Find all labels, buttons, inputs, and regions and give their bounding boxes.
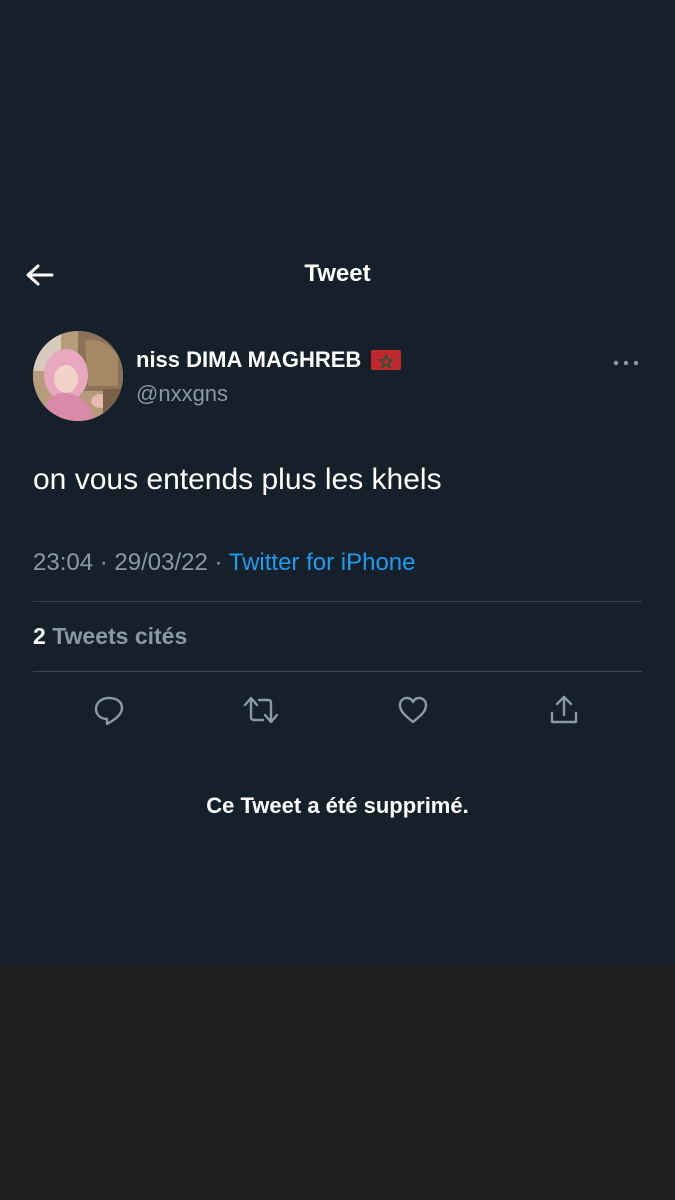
tweet-screen: Tweet niss DIMA MAGHREB @nxxgns on vous … <box>0 0 675 965</box>
user-handle[interactable]: @nxxgns <box>136 381 228 407</box>
tweet-meta: 23:04 · 29/03/22 · Twitter for iPhone <box>33 549 415 577</box>
display-name-row: niss DIMA MAGHREB <box>136 347 402 373</box>
tweet-actions-bar <box>0 688 675 732</box>
divider <box>33 601 642 602</box>
deleted-quoted-tweet-notice: Ce Tweet a été supprimé. <box>206 793 469 818</box>
retweet-button[interactable] <box>239 688 283 732</box>
quote-count: 2 <box>33 623 46 649</box>
share-button[interactable] <box>542 688 586 732</box>
tweet-date: 29/03/22 <box>114 549 208 576</box>
reply-button[interactable] <box>87 688 131 732</box>
top-bar: Tweet <box>0 248 675 304</box>
avatar[interactable] <box>33 331 123 421</box>
heart-icon <box>398 696 428 724</box>
avatar-image <box>33 331 123 421</box>
tweet-time: 23:04 <box>33 549 94 576</box>
reply-icon <box>94 696 124 726</box>
like-button[interactable] <box>391 688 435 732</box>
meta-separator: · <box>99 549 108 576</box>
ellipsis-icon <box>613 360 639 366</box>
page-title: Tweet <box>304 260 371 287</box>
meta-separator: · <box>214 549 223 576</box>
share-icon <box>550 695 578 724</box>
retweet-icon <box>243 696 279 724</box>
tweet-source-link[interactable]: Twitter for iPhone <box>229 549 416 576</box>
display-name[interactable]: niss DIMA MAGHREB <box>136 347 361 373</box>
quote-tweets-link[interactable]: 2 Tweets cités <box>33 623 187 650</box>
divider <box>33 671 642 672</box>
bottom-blank-area <box>0 965 675 1200</box>
tweet-author: niss DIMA MAGHREB @nxxgns <box>33 331 643 423</box>
morocco-flag-icon <box>371 350 402 370</box>
tweet-text: on vous entends plus les khels <box>33 463 442 496</box>
more-options-button[interactable] <box>611 353 641 373</box>
quote-label: Tweets cités <box>52 623 188 649</box>
